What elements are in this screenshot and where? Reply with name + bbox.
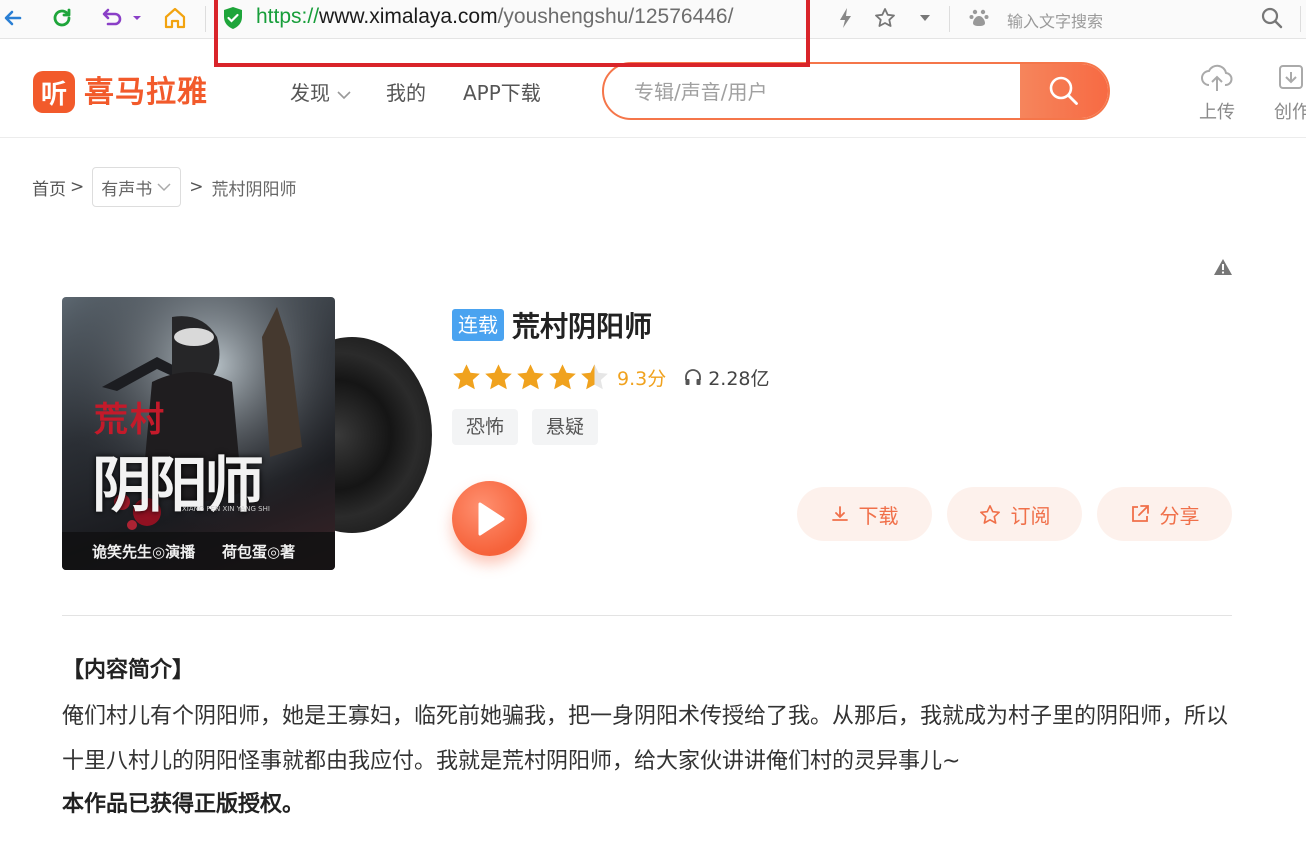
create-button[interactable]: 创作 [1262, 63, 1306, 124]
play-count: 2.28亿 [684, 364, 770, 391]
favorites-dropdown-icon[interactable] [915, 4, 935, 32]
star-icon [485, 364, 512, 390]
upload-cloud-icon [1201, 64, 1233, 91]
intro-body: 俺们村儿有个阴阳师，她是王寡妇，临死前她骗我，把一身阴阳术传授给了我。从那后，我… [62, 704, 1229, 774]
breadcrumb-home[interactable]: 首页 [32, 175, 66, 200]
half-star-icon [581, 364, 608, 390]
share-icon [1131, 505, 1149, 522]
url-highlight-box [214, 0, 810, 67]
create-icon [1279, 65, 1303, 89]
subscribe-label: 订阅 [1010, 503, 1051, 528]
cover-title-small: 荒村 [94, 400, 166, 440]
undo-icon[interactable] [98, 4, 126, 32]
copyright-note: 本作品已获得正版授权。 [62, 792, 305, 817]
breadcrumb-category-dropdown[interactable]: 有声书 [92, 167, 182, 207]
home-icon[interactable] [161, 4, 189, 32]
star-outline-icon [979, 504, 1000, 524]
cover-credit-author: 荷包蛋◎著 [222, 543, 296, 561]
toolbar-divider [1300, 6, 1301, 32]
play-button[interactable] [452, 481, 527, 556]
download-icon [831, 506, 848, 521]
album-title: 荒村阴阳师 [512, 310, 653, 343]
browser-toolbar: https://www.ximalaya.com/youshengshu/125… [0, 0, 1306, 67]
upload-button[interactable]: 上传 [1187, 63, 1247, 124]
upload-label: 上传 [1199, 102, 1235, 123]
share-button[interactable]: 分享 [1097, 487, 1232, 541]
rating-row: 9.3分 2.28亿 [452, 363, 770, 391]
toolbar-divider [205, 6, 206, 32]
share-label: 分享 [1159, 503, 1200, 528]
intro-heading: 【内容简介】 [62, 658, 195, 683]
nav-discover[interactable]: 发现 [290, 79, 352, 107]
star-favorite-icon[interactable] [872, 4, 898, 32]
breadcrumb-separator: > [70, 177, 85, 197]
report-warning-icon[interactable] [1213, 258, 1233, 280]
download-label: 下载 [858, 503, 899, 528]
cover-pinyin: XIANG FEN XIN YANG SHI [182, 505, 270, 513]
serializing-badge: 连载 [452, 309, 504, 341]
lightning-icon[interactable] [835, 4, 857, 32]
subscribe-button[interactable]: 订阅 [947, 487, 1082, 541]
breadcrumb: 首页 > 有声书 > 荒村阴阳师 [32, 167, 297, 207]
tag-list: 恐怖 悬疑 [452, 409, 599, 445]
download-button[interactable]: 下载 [797, 487, 932, 541]
chevron-down-icon [157, 183, 171, 192]
site-search-box [602, 62, 1110, 120]
star-icon [453, 364, 480, 390]
chevron-down-icon [337, 90, 351, 99]
tag-suspense[interactable]: 悬疑 [532, 409, 599, 445]
rating-score: 9.3分 [617, 367, 667, 390]
section-divider [62, 615, 1232, 616]
star-icon [517, 364, 544, 390]
album-cover[interactable]: 荒村 阴阳师 XIANG FEN XIN YANG SHI 诡笑先生◎演播 荷包… [62, 297, 432, 571]
album-title-row: 连载 荒村阴阳师 [452, 305, 652, 345]
search-icon[interactable] [1258, 4, 1286, 32]
tag-horror[interactable]: 恐怖 [452, 409, 519, 445]
back-arrow-icon[interactable] [0, 4, 26, 32]
cover-credit-narrator: 诡笑先生◎演播 [92, 543, 196, 561]
star-icon [549, 364, 576, 390]
paw-search-engine-icon[interactable] [966, 4, 992, 32]
search-icon [1049, 76, 1078, 105]
nav-discover-label: 发现 [290, 81, 330, 105]
headphones-icon [685, 369, 702, 385]
breadcrumb-current: 荒村阴阳师 [211, 179, 297, 200]
site-search-button[interactable] [1020, 64, 1108, 118]
logo-text[interactable]: 喜马拉雅 [84, 73, 208, 113]
nav-app-download[interactable]: APP下载 [463, 79, 541, 107]
toolbar-divider [949, 6, 950, 32]
breadcrumb-category: 有声书 [101, 179, 153, 200]
browser-search-input[interactable]: 输入文字搜索 [1007, 8, 1103, 32]
play-icon [478, 502, 504, 535]
logo-icon[interactable]: 听 [33, 71, 75, 113]
site-search-input[interactable] [632, 76, 1016, 108]
undo-dropdown-icon[interactable] [130, 4, 144, 32]
create-label: 创作 [1274, 102, 1306, 123]
star-rating [452, 363, 609, 391]
reload-icon[interactable] [48, 4, 76, 32]
nav-mine[interactable]: 我的 [386, 79, 426, 107]
breadcrumb-separator: > [189, 177, 204, 197]
cover-art: 荒村 阴阳师 XIANG FEN XIN YANG SHI 诡笑先生◎演播 荷包… [62, 297, 335, 570]
play-count-value: 2.28亿 [708, 367, 770, 390]
